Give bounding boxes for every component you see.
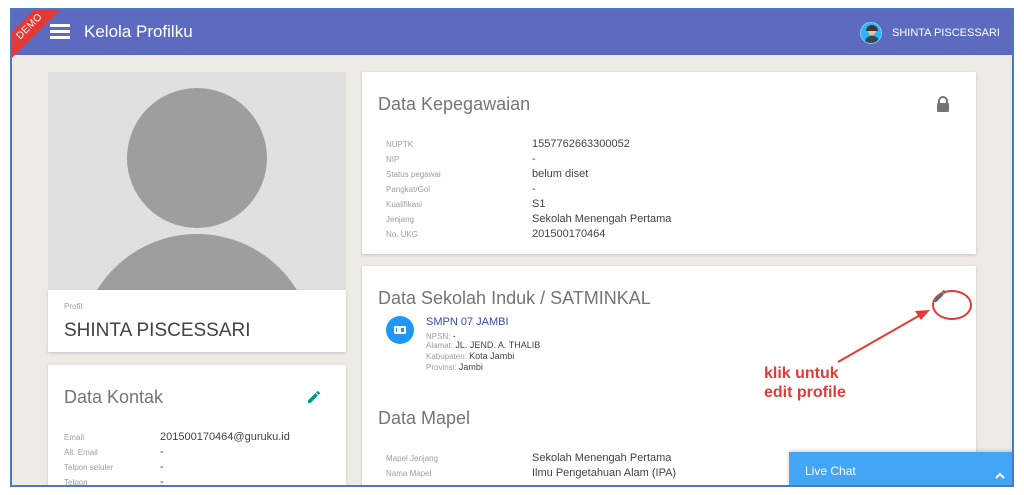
live-chat-label: Live Chat — [805, 464, 856, 478]
live-chat-button[interactable]: Live Chat — [789, 452, 1012, 485]
chevron-up-icon — [995, 466, 1005, 484]
annotation-text: klik untuk edit profile — [764, 364, 846, 402]
annotation-line-2: edit profile — [764, 384, 846, 401]
annotation-arrow — [837, 310, 930, 363]
app-frame: DEMO Kelola Profilku SHINTA PISCESSARI P… — [10, 8, 1014, 487]
annotation-line-1: klik untuk — [764, 365, 839, 382]
